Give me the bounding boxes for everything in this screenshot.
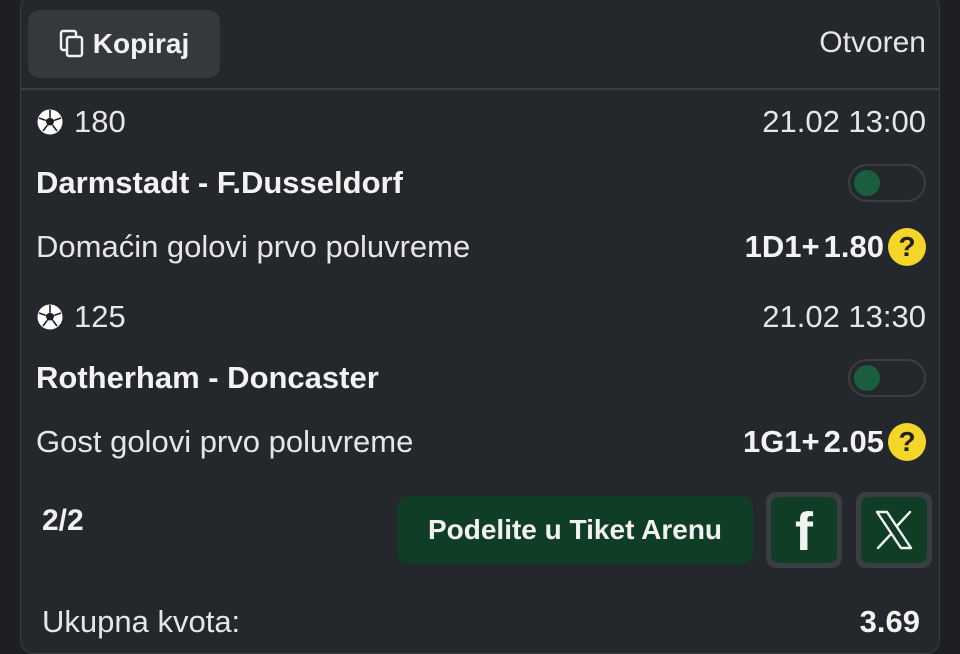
market-name: Domaćin golovi prvo poluvreme xyxy=(36,229,471,264)
match-name: Darmstadt - F.Dusseldorf xyxy=(36,165,403,200)
pick-code: 1D1+ xyxy=(744,229,820,264)
event-toggle[interactable] xyxy=(848,164,926,202)
total-odds-value: 3.69 xyxy=(859,604,920,639)
copy-button[interactable]: Kopiraj xyxy=(28,10,220,78)
divider xyxy=(20,88,940,90)
facebook-icon: f xyxy=(795,502,813,562)
facebook-share-button[interactable]: f xyxy=(766,492,842,568)
event-toggle[interactable] xyxy=(848,359,926,397)
page-counter: 2/2 xyxy=(42,504,84,537)
event-header: 180 21.02 13:00 xyxy=(36,104,926,140)
x-icon xyxy=(875,510,913,550)
copy-label: Kopiraj xyxy=(92,28,190,59)
help-icon[interactable]: ? xyxy=(888,423,926,461)
event-code: 180 xyxy=(74,104,126,139)
event-header: 125 21.02 13:30 xyxy=(36,299,926,335)
ticket-status: Otvoren xyxy=(819,26,926,59)
pick-odd: 2.05 xyxy=(823,424,884,459)
pick-odd: 1.80 xyxy=(823,229,884,264)
event-match-row: Rotherham - Doncaster xyxy=(36,359,926,397)
share-tiket-arena-button[interactable]: Podelite u Tiket Arenu xyxy=(397,496,753,564)
market-name: Gost golovi prvo poluvreme xyxy=(36,424,414,459)
copy-icon xyxy=(59,29,83,58)
pick-code: 1G1+ xyxy=(742,424,820,459)
share-label: Podelite u Tiket Arenu xyxy=(427,514,723,545)
event-datetime: 21.02 13:30 xyxy=(762,299,926,334)
event-match-row: Darmstadt - F.Dusseldorf xyxy=(36,164,926,202)
total-odds-label: Ukupna kvota: xyxy=(42,604,241,639)
event-datetime: 21.02 13:00 xyxy=(762,104,926,139)
match-name: Rotherham - Doncaster xyxy=(36,360,379,395)
help-icon[interactable]: ? xyxy=(888,228,926,266)
event-pick-row: Gost golovi prvo poluvreme 1G1+ 2.05 ? xyxy=(36,423,926,461)
soccer-ball-icon xyxy=(37,304,63,330)
event-pick-row: Domaćin golovi prvo poluvreme 1D1+ 1.80 … xyxy=(36,228,926,266)
event-code: 125 xyxy=(74,299,126,334)
x-share-button[interactable] xyxy=(856,492,932,568)
soccer-ball-icon xyxy=(37,109,63,135)
